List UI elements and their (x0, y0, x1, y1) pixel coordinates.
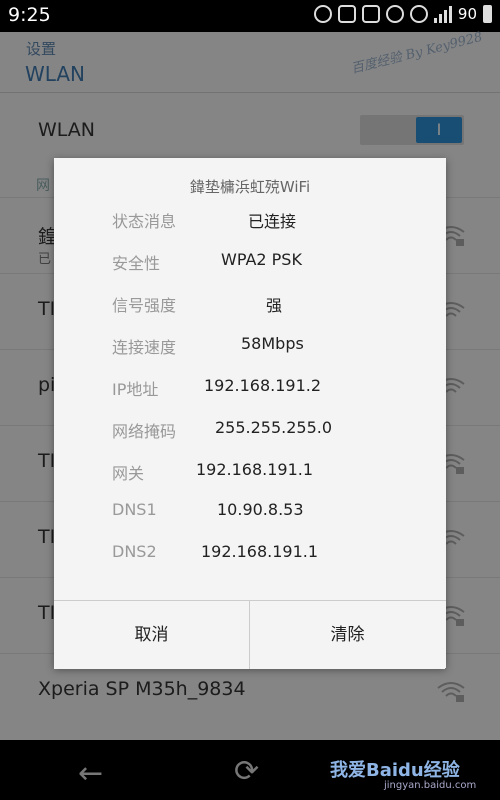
info-value: 10.90.8.53 (217, 500, 304, 519)
info-value: 192.168.191.1 (201, 542, 319, 561)
info-row-dns1: DNS1 10.90.8.53 (54, 500, 446, 530)
cancel-button[interactable]: 取消 (54, 601, 250, 669)
info-label: 状态消息 (112, 212, 177, 231)
system-nav-bar: ← ⟳ 我爱Baidu经验 (0, 740, 500, 800)
info-row-dns2: DNS2 192.168.191.1 (54, 542, 446, 572)
info-label: IP地址 (112, 380, 159, 399)
info-label: 网关 (112, 464, 145, 483)
back-icon[interactable]: ← (78, 756, 103, 791)
apps-notification-icon (337, 5, 356, 23)
status-icons: 90 (313, 5, 492, 23)
info-row-status: 状态消息 已连接 (54, 208, 446, 238)
chat-notification-icon (313, 5, 332, 23)
info-label: 安全性 (112, 254, 161, 273)
baidu-watermark-url: jingyan.baidu.com (384, 780, 477, 791)
info-label: 连接速度 (112, 338, 177, 357)
info-label: DNS2 (112, 542, 157, 561)
info-value: 已连接 (248, 212, 297, 231)
info-row-speed: 连接速度 58Mbps (54, 334, 446, 364)
cell-signal-icon (433, 5, 452, 23)
status-time: 9:25 (8, 4, 51, 26)
info-value: 58Mbps (241, 334, 304, 353)
info-value: 255.255.255.0 (215, 418, 333, 437)
battery-level: 90 (457, 5, 477, 23)
info-label: 网络掩码 (112, 422, 177, 441)
info-row-signal: 信号强度 强 (54, 292, 446, 322)
info-row-ip: IP地址 192.168.191.2 (54, 376, 446, 406)
info-row-gateway: 网关 192.168.191.1 (54, 460, 446, 490)
info-label: DNS1 (112, 500, 157, 519)
clear-button[interactable]: 清除 (250, 601, 445, 669)
status-bar: 9:25 90 (0, 0, 500, 32)
info-label: 信号强度 (112, 296, 177, 315)
dialog-button-bar: 取消 清除 (54, 600, 446, 669)
info-value: 192.168.191.2 (204, 376, 322, 395)
wifi-info-dialog: 鍏垫槦浜虹殑WiFi 状态消息 已连接 安全性 WPA2 PSK 信号强度 强 … (54, 158, 446, 669)
baidu-watermark: 我爱Baidu经验 (330, 760, 460, 781)
alarm-icon (385, 5, 404, 23)
info-row-netmask: 网络掩码 255.255.255.0 (54, 418, 446, 448)
info-row-security: 安全性 WPA2 PSK (54, 250, 446, 280)
battery-icon (483, 5, 492, 23)
info-value: WPA2 PSK (221, 250, 302, 269)
dialog-title: 鍏垫槦浜虹殑WiFi (189, 178, 311, 196)
info-value: 强 (266, 296, 283, 315)
recents-icon[interactable]: ⟳ (234, 754, 259, 789)
image-notification-icon (361, 5, 380, 23)
info-value: 192.168.191.1 (196, 460, 314, 479)
wifi-status-icon (409, 5, 428, 23)
